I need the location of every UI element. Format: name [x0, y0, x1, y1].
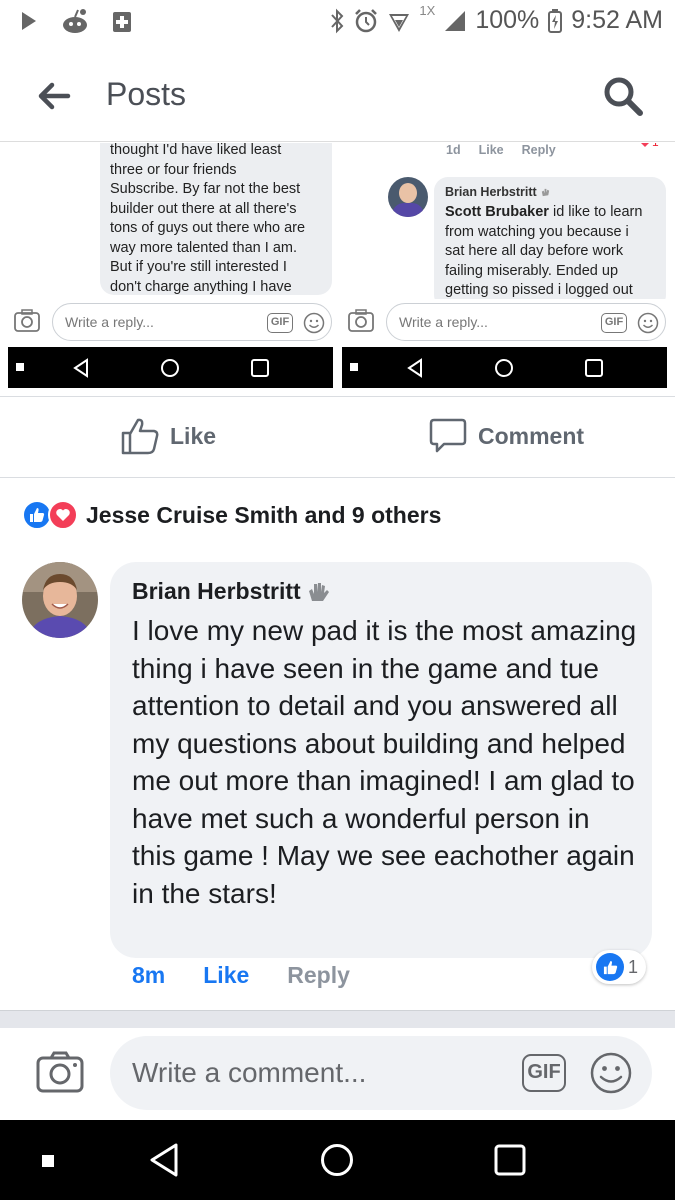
- comment-input[interactable]: Write a comment... GIF: [110, 1036, 652, 1110]
- screenshot-reply-text: Scott Brubaker id like to learn from wat…: [445, 203, 665, 301]
- comment-reply-button[interactable]: Reply: [287, 962, 350, 989]
- screenshot-badge-count: 1: [652, 143, 659, 149]
- comment-reaction-count[interactable]: 1: [592, 950, 647, 984]
- back-arrow-icon[interactable]: [34, 76, 74, 116]
- nav-recents-icon: [585, 359, 603, 377]
- system-nav-bar: [0, 1120, 675, 1200]
- attached-screenshot-left[interactable]: thought I'd have liked least three or fo…: [8, 143, 333, 388]
- gif-button[interactable]: GIF: [522, 1054, 566, 1092]
- screenshot-nav-bar: [342, 347, 667, 388]
- like-button[interactable]: Like: [120, 417, 216, 455]
- screenshot-like: Like: [478, 143, 504, 157]
- screenshot-meta: 1d Like Reply: [446, 143, 556, 157]
- nav-recents-icon: [251, 359, 269, 377]
- screenshot-reply-placeholder: Write a reply...: [399, 314, 488, 330]
- reactions-summary[interactable]: Jesse Cruise Smith and 9 others: [22, 500, 441, 530]
- camera-icon[interactable]: [36, 1050, 84, 1094]
- status-bar: 1X 100% 9:52 AM: [0, 0, 675, 48]
- signal-icon: [445, 10, 466, 31]
- like-reaction-icon: [596, 953, 624, 981]
- nav-home-icon: [495, 359, 513, 377]
- comment-author-row: Brian Herbstritt: [132, 578, 331, 605]
- nav-dot-icon: [42, 1155, 54, 1167]
- reactions-text: Jesse Cruise Smith and 9 others: [86, 501, 442, 528]
- play-store-icon: [22, 12, 36, 30]
- comment-like-button[interactable]: Like: [203, 962, 249, 989]
- battery-percent: 100%: [475, 6, 540, 34]
- screenshot-comment-bubble: thought I'd have liked least three or fo…: [100, 143, 332, 295]
- screenshot-time: 1d: [446, 143, 461, 157]
- reddit-icon: [63, 9, 87, 33]
- thumbs-up-icon: [121, 418, 159, 455]
- screenshot-reply-bubble: Brian Herbstritt Scott Brubaker id like …: [434, 177, 666, 309]
- nav-back-icon: [73, 358, 88, 378]
- emoji-icon: [637, 312, 659, 334]
- reaction-count: 1: [628, 956, 639, 977]
- screenshot-nav-bar: [8, 347, 333, 388]
- nav-home-icon[interactable]: [320, 1143, 354, 1177]
- app-bar: Posts: [0, 48, 675, 142]
- screenshot-mention: Scott Brubaker: [445, 204, 549, 220]
- medical-icon: [113, 12, 131, 32]
- screenshot-avatar: [388, 177, 428, 217]
- attached-screenshot-right[interactable]: 1d Like Reply 1 Brian Herbstritt Scott B…: [342, 143, 667, 388]
- screenshot-reply-bar: Write a reply... GIF: [342, 299, 667, 347]
- comment-composer: Write a comment... GIF: [0, 1028, 675, 1120]
- screenshot-comment-text: thought I'd have liked least three or fo…: [110, 143, 306, 295]
- screenshot-reply-input: Write a reply... GIF: [52, 303, 332, 341]
- battery-icon: [548, 8, 563, 33]
- comment-bubble: Brian Herbstritt I love my new pad it is…: [110, 562, 652, 958]
- comment-text: I love my new pad it is the most amazing…: [132, 615, 637, 909]
- comment-time: 8m: [132, 962, 166, 988]
- nav-dot-icon: [16, 363, 24, 371]
- section-divider: [0, 1010, 675, 1028]
- screenshot-reply-input: Write a reply... GIF: [386, 303, 666, 341]
- comment-meta: 8m Like Reply: [132, 962, 350, 989]
- camera-icon: [14, 309, 40, 332]
- gif-icon: GIF: [267, 313, 293, 333]
- wave-icon: [541, 188, 549, 196]
- alarm-icon: [355, 8, 378, 32]
- screenshot-reply: Reply: [521, 143, 556, 157]
- nav-back-icon[interactable]: [148, 1142, 180, 1178]
- emoji-icon[interactable]: [590, 1052, 632, 1094]
- heart-icon: [641, 143, 649, 147]
- clock: 9:52 AM: [571, 6, 663, 34]
- comment-button[interactable]: Comment: [428, 417, 584, 455]
- post-action-bar: Like Comment: [0, 396, 675, 478]
- emoji-icon: [303, 312, 325, 334]
- nav-dot-icon: [350, 363, 358, 371]
- wifi-icon: [389, 13, 410, 32]
- page-title: Posts: [106, 76, 187, 112]
- bluetooth-icon: [331, 8, 344, 33]
- screenshot-reply-bar: Write a reply... GIF: [8, 299, 333, 347]
- comment-author[interactable]: Brian Herbstritt: [132, 578, 301, 605]
- like-label: Like: [170, 422, 217, 449]
- love-reaction-icon: [48, 500, 78, 530]
- wave-icon: [308, 582, 329, 601]
- search-icon[interactable]: [601, 74, 645, 118]
- nav-home-icon: [161, 359, 179, 377]
- avatar[interactable]: [22, 562, 98, 638]
- comment-placeholder: Write a comment...: [132, 1057, 367, 1088]
- screenshot-author: Brian Herbstritt: [445, 185, 537, 199]
- screenshot-reply-placeholder: Write a reply...: [65, 314, 154, 330]
- screenshot-reaction-badge: 1: [638, 143, 659, 149]
- nav-back-icon: [407, 358, 422, 378]
- comment-bubble-icon: [429, 418, 467, 453]
- camera-icon: [348, 309, 374, 332]
- comment-label: Comment: [478, 422, 585, 449]
- nav-recents-icon[interactable]: [494, 1144, 526, 1176]
- gif-icon: GIF: [601, 313, 627, 333]
- data-speed-label: 1X: [419, 3, 436, 18]
